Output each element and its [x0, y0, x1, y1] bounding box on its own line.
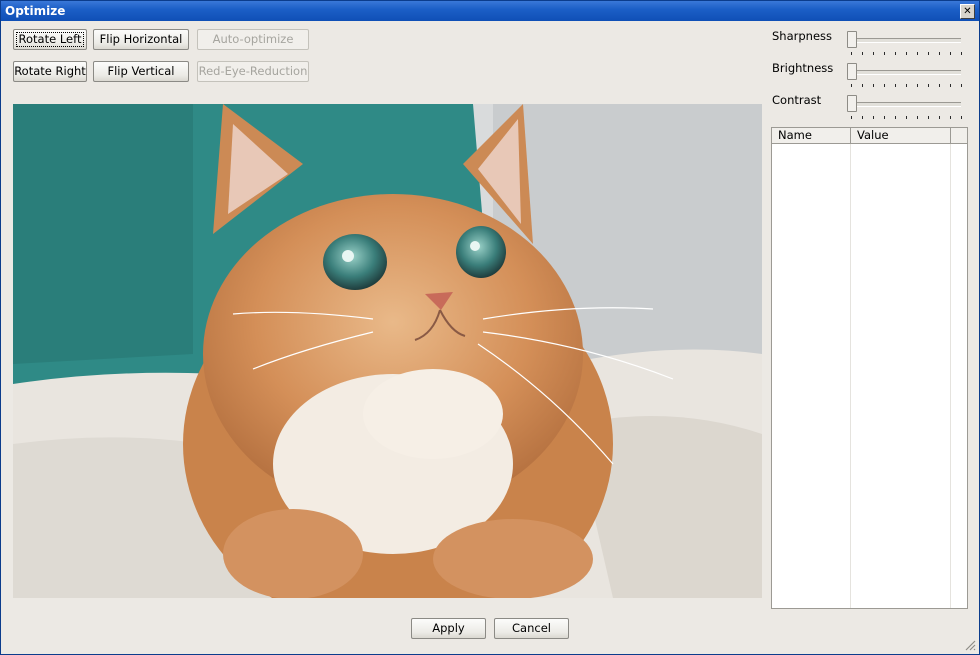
slider-tick: [939, 116, 940, 119]
slider-tick: [939, 84, 940, 87]
slider-tick: [895, 52, 896, 55]
brightness-thumb[interactable]: [847, 63, 857, 80]
sharpness-label: Sharpness: [772, 29, 833, 43]
sharpness-ticks: [851, 52, 963, 56]
slider-tick: [851, 116, 852, 119]
slider-tick: [873, 52, 874, 55]
slider-tick: [873, 84, 874, 87]
slider-tick: [961, 116, 962, 119]
image-preview[interactable]: [13, 104, 762, 598]
slider-tick: [862, 52, 863, 55]
column-header-name[interactable]: Name: [772, 128, 851, 144]
slider-tick: [884, 116, 885, 119]
slider-tick: [928, 116, 929, 119]
cat-photo: [13, 104, 762, 598]
column-header-value[interactable]: Value: [851, 128, 951, 144]
rotate-right-button[interactable]: Rotate Right: [13, 61, 87, 82]
window-title: Optimize: [5, 4, 66, 18]
slider-tick: [928, 52, 929, 55]
properties-list[interactable]: Name Value: [771, 127, 968, 609]
close-icon: ✕: [963, 6, 972, 17]
brightness-track: [851, 70, 961, 75]
slider-tick: [939, 52, 940, 55]
brightness-ticks: [851, 84, 963, 88]
slider-tick: [851, 84, 852, 87]
contrast-track: [851, 102, 961, 107]
slider-tick: [906, 84, 907, 87]
sharpness-thumb[interactable]: [847, 31, 857, 48]
slider-tick: [884, 84, 885, 87]
slider-tick: [851, 52, 852, 55]
slider-tick: [961, 84, 962, 87]
slider-tick: [873, 116, 874, 119]
sharpness-track: [851, 38, 961, 43]
contrast-ticks: [851, 116, 963, 120]
slider-tick: [950, 84, 951, 87]
slider-tick: [928, 84, 929, 87]
slider-tick: [917, 84, 918, 87]
column-header-filler: [951, 128, 967, 144]
slider-tick: [917, 116, 918, 119]
slider-tick: [906, 52, 907, 55]
slider-tick: [862, 84, 863, 87]
auto-optimize-button[interactable]: Auto-optimize: [197, 29, 309, 50]
slider-tick: [961, 52, 962, 55]
slider-tick: [895, 84, 896, 87]
title-bar[interactable]: Optimize ✕: [1, 1, 979, 21]
close-button[interactable]: ✕: [960, 4, 975, 19]
slider-tick: [950, 52, 951, 55]
grid-divider: [950, 144, 951, 608]
slider-tick: [950, 116, 951, 119]
rotate-left-button[interactable]: Rotate Left: [13, 29, 87, 50]
resize-grip-icon[interactable]: [964, 639, 976, 651]
slider-tick: [884, 52, 885, 55]
flip-horizontal-button[interactable]: Flip Horizontal: [93, 29, 189, 50]
red-eye-reduction-button[interactable]: Red-Eye-Reduction: [197, 61, 309, 82]
contrast-thumb[interactable]: [847, 95, 857, 112]
brightness-label: Brightness: [772, 61, 834, 75]
slider-tick: [862, 116, 863, 119]
flip-vertical-button[interactable]: Flip Vertical: [93, 61, 189, 82]
apply-button[interactable]: Apply: [411, 618, 486, 639]
slider-tick: [917, 52, 918, 55]
contrast-label: Contrast: [772, 93, 822, 107]
slider-tick: [906, 116, 907, 119]
cancel-button[interactable]: Cancel: [494, 618, 569, 639]
slider-tick: [895, 116, 896, 119]
grid-divider: [850, 144, 851, 608]
optimize-dialog: Optimize ✕ Rotate Left Flip Horizontal A…: [0, 0, 980, 655]
